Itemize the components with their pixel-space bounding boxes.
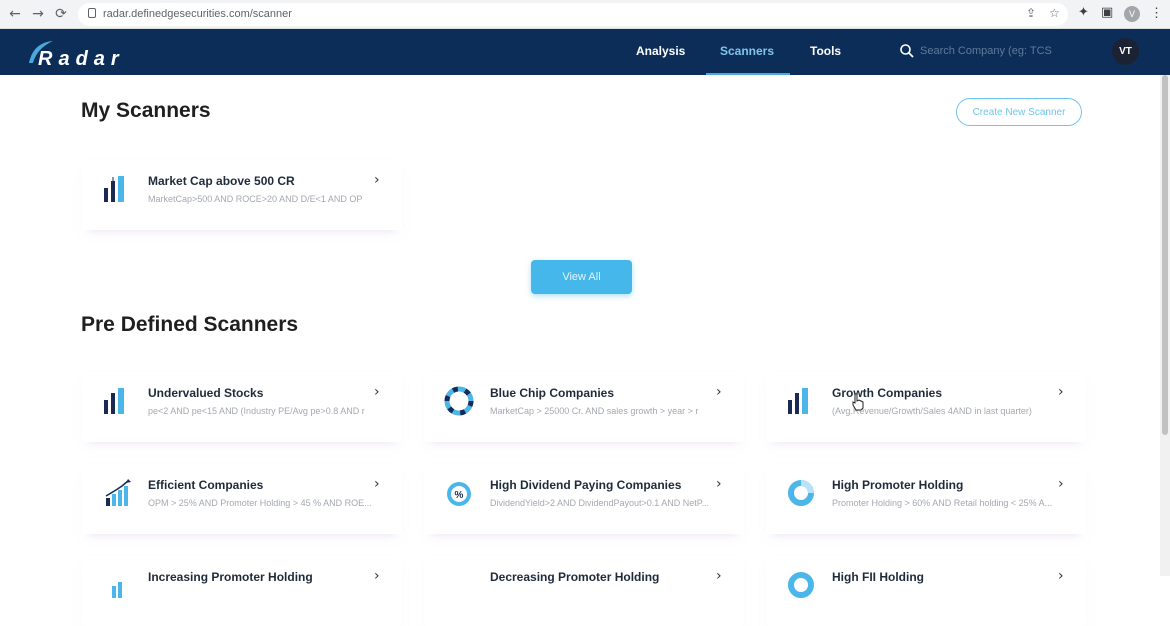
donut-icon — [788, 480, 814, 506]
nav-analysis[interactable]: Analysis — [636, 44, 685, 58]
back-icon[interactable]: ← — [6, 5, 24, 23]
url-text[interactable]: radar.definedgesecurities.com/scanner — [103, 8, 292, 20]
lock-icon — [88, 8, 96, 18]
bar-chart-icon — [104, 388, 124, 414]
page-scrollbar[interactable] — [1160, 75, 1170, 576]
browser-profile-avatar[interactable]: V — [1124, 6, 1140, 22]
chevron-right-icon: › — [716, 476, 722, 492]
chevron-right-icon: › — [374, 476, 380, 492]
scanner-card-high-dividend[interactable]: % High Dividend Paying Companies Dividen… — [424, 464, 744, 534]
side-panel-icon[interactable]: ▣ — [1101, 5, 1113, 20]
bar-chart-icon — [788, 388, 808, 414]
scanner-description: MarketCap > 25000 Cr. AND sales growth >… — [490, 406, 699, 416]
hand-cursor-icon — [852, 393, 864, 411]
growth-arrow-icon — [112, 582, 122, 598]
nav-scanners[interactable]: Scanners — [720, 44, 774, 58]
browser-menu-icon[interactable]: ⋮ — [1150, 5, 1163, 21]
user-avatar[interactable]: VT — [1112, 38, 1139, 65]
address-bar[interactable]: radar.definedgesecurities.com/scanner ⇪ … — [78, 3, 1068, 26]
scanner-card-efficient[interactable]: Efficient Companies OPM > 25% AND Promot… — [82, 464, 402, 534]
scanner-card-decreasing-promoter[interactable]: Decreasing Promoter Holding › — [424, 556, 744, 626]
percent-icon: % — [447, 482, 471, 506]
browser-toolbar: ← → ⟳ radar.definedgesecurities.com/scan… — [0, 0, 1170, 29]
search-icon[interactable] — [899, 43, 915, 59]
scanner-name: Market Cap above 500 CR — [148, 174, 295, 188]
nav-tools[interactable]: Tools — [810, 44, 841, 58]
scanner-card-blue-chip[interactable]: Blue Chip Companies MarketCap > 25000 Cr… — [424, 372, 744, 442]
growth-arrow-icon — [105, 479, 131, 506]
scanner-name: Decreasing Promoter Holding — [490, 570, 660, 584]
scanner-card-increasing-promoter[interactable]: Increasing Promoter Holding › — [82, 556, 402, 626]
view-all-button[interactable]: View All — [531, 260, 632, 294]
scanner-name: Efficient Companies — [148, 478, 264, 492]
share-icon[interactable]: ⇪ — [1026, 6, 1036, 20]
scanner-description: pe<2 AND pe<15 AND (Industry PE/Avg pe>0… — [148, 406, 365, 416]
scanner-description: OPM > 25% AND Promoter Holding > 45 % AN… — [148, 498, 372, 508]
svg-text:%: % — [455, 490, 464, 501]
scanner-card-growth[interactable]: Growth Companies (Avg.Revenue/Growth/Sal… — [766, 372, 1086, 442]
chevron-right-icon: › — [374, 384, 380, 400]
scanner-name: High Promoter Holding — [832, 478, 964, 492]
chevron-right-icon: › — [1058, 568, 1064, 584]
scanner-card-high-promoter[interactable]: High Promoter Holding Promoter Holding >… — [766, 464, 1086, 534]
radar-logo[interactable]: Radar — [26, 35, 136, 75]
star-icon[interactable]: ☆ — [1049, 6, 1060, 20]
scanner-description: Promoter Holding > 60% AND Retail holdin… — [832, 498, 1053, 508]
company-search-input[interactable] — [920, 43, 1100, 59]
chevron-right-icon: › — [716, 384, 722, 400]
scanner-description: DividendYield>2 AND DividendPayout>0.1 A… — [490, 498, 710, 508]
chevron-right-icon: › — [1058, 384, 1064, 400]
scanner-name: Growth Companies — [832, 386, 943, 400]
scanner-name: Blue Chip Companies — [490, 386, 615, 400]
donut-icon — [788, 572, 814, 598]
predefined-scanners-title: Pre Defined Scanners — [81, 313, 299, 336]
scanner-name: High FII Holding — [832, 570, 924, 584]
extensions-icon[interactable]: ✦ — [1078, 5, 1089, 20]
my-scanners-title: My Scanners — [81, 99, 211, 122]
chevron-right-icon: › — [716, 568, 722, 584]
scrollbar-thumb[interactable] — [1162, 75, 1168, 435]
forward-icon[interactable]: → — [29, 5, 47, 23]
scanner-name: Undervalued Stocks — [148, 386, 264, 400]
bar-chart-icon — [104, 176, 124, 202]
chevron-right-icon: › — [1058, 476, 1064, 492]
scanner-name: High Dividend Paying Companies — [490, 478, 682, 492]
scanner-description: MarketCap>500 AND ROCE>20 AND D/E<1 AND … — [148, 194, 363, 204]
active-nav-indicator — [706, 73, 790, 75]
chevron-right-icon: › — [374, 568, 380, 584]
chevron-right-icon: › — [374, 172, 380, 188]
scanner-name: Increasing Promoter Holding — [148, 570, 313, 584]
scanner-card-market-cap[interactable]: Market Cap above 500 CR MarketCap>500 AN… — [82, 160, 402, 230]
create-new-scanner-button[interactable]: Create New Scanner — [956, 98, 1082, 126]
lifebuoy-icon — [444, 386, 474, 416]
scanner-card-undervalued[interactable]: Undervalued Stocks pe<2 AND pe<15 AND (I… — [82, 372, 402, 442]
logo-text: Radar — [38, 48, 125, 70]
scanner-card-high-fii[interactable]: High FII Holding › — [766, 556, 1086, 626]
reload-icon[interactable]: ⟳ — [52, 5, 70, 23]
scanner-description: (Avg.Revenue/Growth/Sales 4AND in last q… — [832, 406, 1032, 416]
